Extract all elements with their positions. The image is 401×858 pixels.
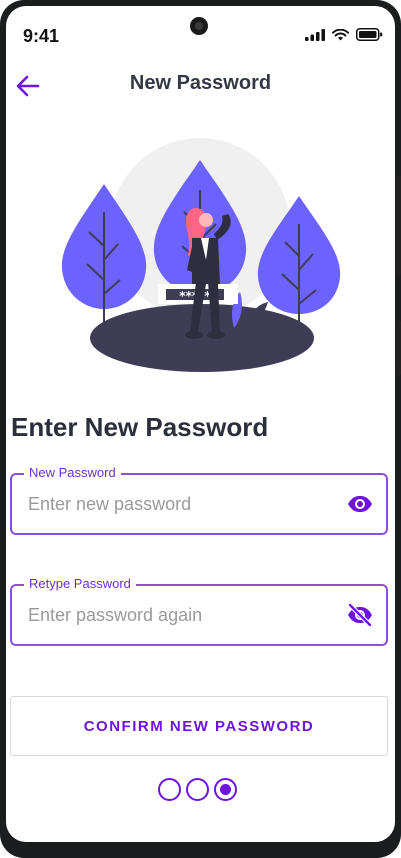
status-bar: 9:41 [6,6,395,66]
page-dot-3-active[interactable] [214,778,237,801]
new-password-field: New Password [10,465,388,535]
eye-off-icon [347,604,373,626]
page-dot-1[interactable] [158,778,181,801]
retype-password-input[interactable] [28,602,328,628]
show-password-toggle[interactable] [346,492,374,516]
screen: 9:41 New Password Enter New Password New… [6,6,395,842]
new-password-input[interactable] [28,491,328,517]
page-title: New Password [129,72,272,94]
page-dot-2[interactable] [186,778,209,801]
front-camera [190,17,208,35]
battery-icon [356,28,383,41]
wifi-icon [332,28,349,40]
page-indicator [158,778,237,801]
new-password-label: New Password [24,465,121,481]
eye-icon [348,496,372,512]
retype-password-field: Retype Password [10,576,388,646]
app-bar: New Password [6,66,395,112]
signal-icon [305,28,325,41]
power-button [397,175,401,275]
status-icons [305,28,383,41]
hide-password-toggle[interactable] [346,603,374,627]
phone-frame: 9:41 New Password Enter New Password New… [0,0,401,858]
volume-button [397,320,401,376]
retype-password-label: Retype Password [24,576,136,592]
status-time: 9:41 [23,26,60,46]
section-heading: Enter New Password [11,412,269,442]
confirm-new-password-button[interactable]: CONFIRM NEW PASSWORD [10,696,388,756]
new-password-illustration: ***** [61,138,341,372]
